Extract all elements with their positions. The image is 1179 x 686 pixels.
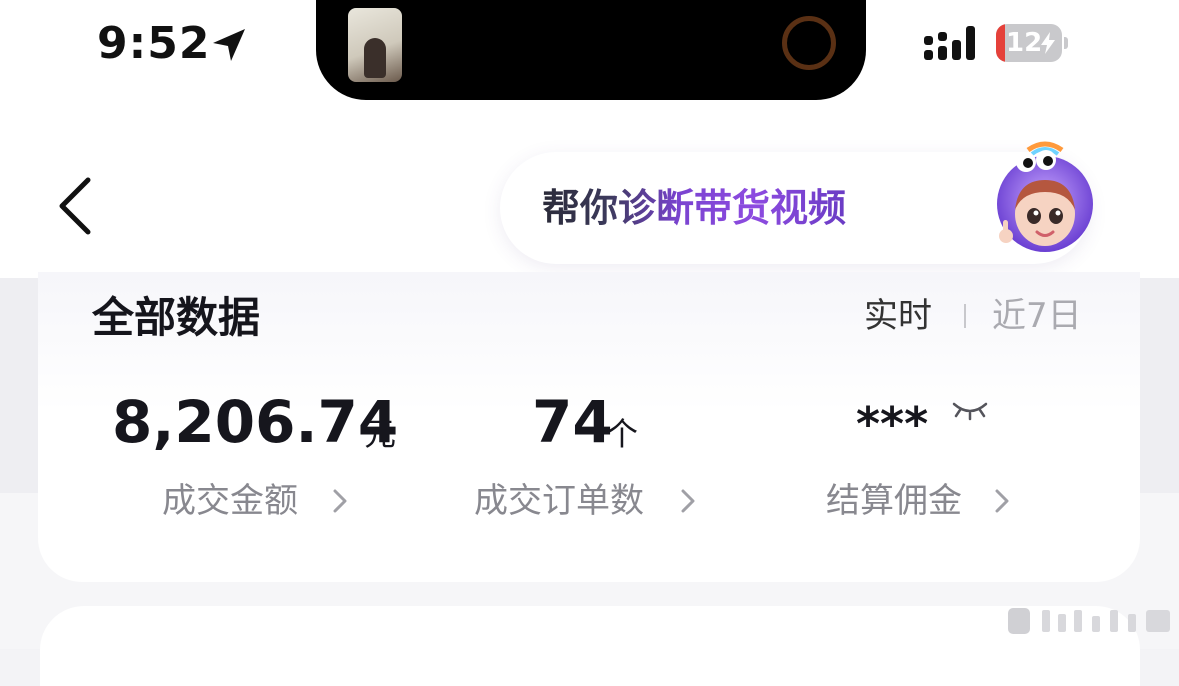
card-title: 全部数据 (92, 293, 261, 342)
battery-icon: 12 (996, 24, 1068, 62)
signal-icon (924, 26, 975, 60)
gmv-label[interactable]: 成交金额 (162, 478, 298, 524)
range-tab-realtime[interactable]: 实时 (864, 294, 932, 338)
charging-bolt-icon (1041, 32, 1055, 54)
range-tab-7d[interactable]: 近7日 (992, 294, 1082, 338)
commission-label[interactable]: 结算佣金 (826, 478, 962, 524)
gmv-value: 8,206.74 (112, 388, 399, 456)
orders-unit: 个 (606, 415, 639, 453)
orders-value: 74 (532, 388, 613, 456)
gmv-unit: 元 (364, 415, 397, 453)
commission-value: *** (856, 397, 929, 451)
watermark-logo (1008, 608, 1170, 634)
activity-ring-icon (782, 16, 836, 70)
chevron-right-icon[interactable] (992, 486, 1012, 516)
orders-label[interactable]: 成交订单数 (474, 478, 644, 524)
chevron-right-icon[interactable] (678, 486, 698, 516)
battery-level: 12 (1006, 28, 1043, 58)
ai-assistant-avatar[interactable] (990, 140, 1100, 264)
now-playing-thumbnail[interactable] (348, 8, 402, 82)
eye-closed-icon[interactable] (950, 398, 990, 422)
range-divider (964, 304, 966, 328)
status-time: 9:52 (97, 18, 211, 69)
back-chevron-icon[interactable] (52, 172, 102, 240)
chevron-right-icon[interactable] (330, 486, 350, 516)
next-card (40, 606, 1140, 686)
ai-assistant-prompt[interactable]: 帮你诊断带货视频 (542, 182, 846, 234)
location-arrow-icon (213, 29, 245, 61)
